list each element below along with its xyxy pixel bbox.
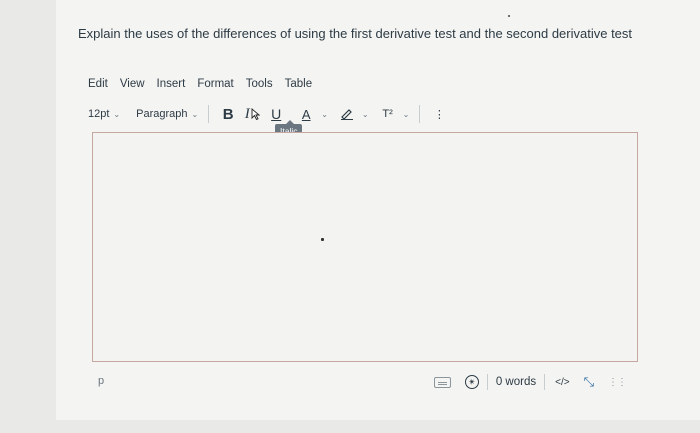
toolbar-divider [208, 105, 210, 123]
rich-text-editor[interactable] [92, 132, 638, 362]
chevron-down-icon[interactable]: ⌄ [321, 110, 328, 119]
chevron-down-icon[interactable]: ⌄ [362, 110, 369, 119]
editor-toolbar: 12pt ⌄ Paragraph ⌄ B I U A ⌄ ⌄ T² ⌄ ⋮ [88, 104, 454, 124]
toolbar-divider [419, 105, 421, 123]
bold-button[interactable]: B [219, 104, 237, 124]
block-format-select[interactable]: Paragraph ⌄ [136, 108, 198, 120]
menu-view[interactable]: View [120, 78, 145, 90]
chevron-down-icon: ⌄ [113, 109, 121, 119]
font-size-value: 12pt [88, 108, 110, 120]
keyboard-icon[interactable] [433, 376, 451, 388]
menu-edit[interactable]: Edit [88, 78, 108, 90]
resize-grip-icon[interactable]: ⋮⋮ [608, 377, 627, 388]
italic-button[interactable]: I [243, 104, 261, 124]
question-text: Explain the uses of the differences of u… [78, 26, 633, 41]
highlight-pen-button[interactable] [338, 104, 356, 124]
text-color-button[interactable]: A [297, 104, 315, 124]
statusbar-divider [544, 374, 546, 390]
chevron-down-icon[interactable]: ⌄ [403, 110, 410, 119]
statusbar-tools: ✴ 0 words </> ⤡ ⋮⋮ [433, 373, 627, 391]
fullscreen-icon[interactable]: ⤡ [584, 374, 594, 390]
element-path[interactable]: p [98, 375, 104, 387]
html-editor-toggle[interactable]: </> [555, 377, 569, 388]
accessibility-icon[interactable]: ✴ [464, 375, 479, 389]
mouse-cursor-icon [321, 238, 324, 241]
font-size-select[interactable]: 12pt ⌄ [88, 108, 120, 120]
underline-button[interactable]: U [267, 104, 285, 124]
superscript-button[interactable]: T² [379, 104, 397, 124]
word-count[interactable]: 0 words [496, 376, 536, 388]
mouse-pointer-icon [251, 108, 260, 120]
editor-statusbar: p ✴ 0 words </> ⤡ ⋮⋮ [96, 373, 636, 391]
chevron-down-icon: ⌄ [191, 109, 199, 119]
menu-format[interactable]: Format [197, 78, 233, 90]
menu-table[interactable]: Table [285, 78, 313, 90]
more-options-button[interactable]: ⋮ [430, 104, 448, 124]
italic-label: I [244, 105, 250, 122]
menu-tools[interactable]: Tools [246, 78, 273, 90]
stray-dot [508, 15, 510, 17]
statusbar-divider [486, 374, 488, 390]
pen-icon [340, 109, 353, 120]
editor-menubar: Edit View Insert Format Tools Table [88, 78, 312, 90]
menu-insert[interactable]: Insert [157, 78, 186, 90]
block-format-value: Paragraph [136, 108, 188, 120]
